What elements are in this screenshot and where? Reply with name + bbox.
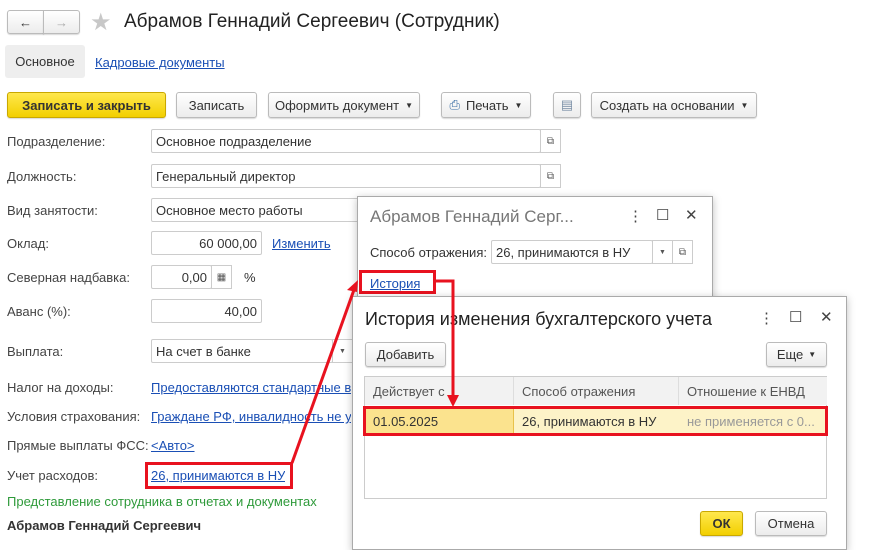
arrow-line <box>290 286 357 464</box>
arrowhead-icon <box>347 280 358 292</box>
arrowhead-icon <box>447 395 459 407</box>
annotation-arrows <box>290 279 459 464</box>
arrow-line <box>436 279 455 398</box>
